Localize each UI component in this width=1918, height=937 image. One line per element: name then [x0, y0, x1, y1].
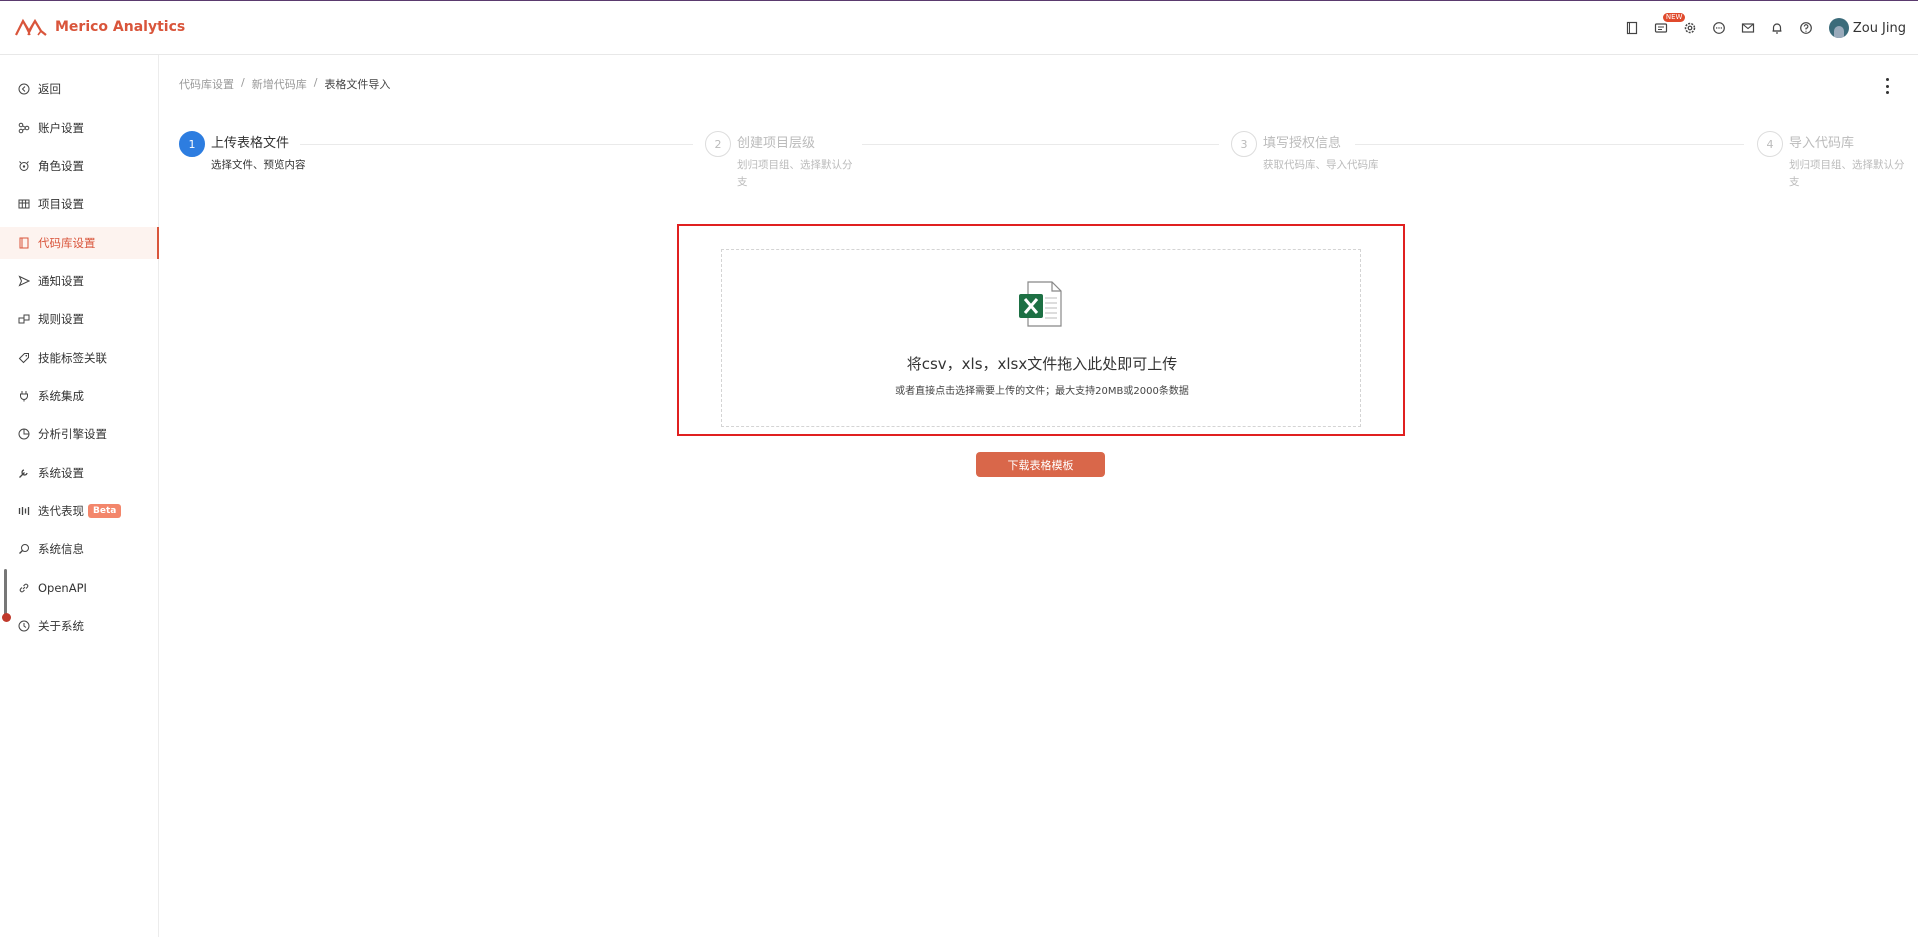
download-template-button[interactable]: 下载表格模板 [976, 452, 1105, 477]
sidebar-item-rule[interactable]: 规则设置 [0, 303, 159, 335]
iteration-icon [18, 507, 30, 515]
step-title: 创建项目层级 [737, 136, 816, 151]
project-icon [18, 199, 30, 209]
sidebar-item-back[interactable]: 返回 [0, 73, 159, 105]
step-import-repo: 4 导入代码库 划归项目组、选择默认分支 [1757, 131, 1909, 191]
sidebar-item-notify[interactable]: 通知设置 [0, 265, 159, 297]
merico-logo-icon [15, 18, 47, 36]
sidebar-item-account[interactable]: 账户设置 [0, 112, 159, 144]
breadcrumb-separator: / [313, 76, 318, 89]
role-icon [19, 161, 29, 171]
sidebar-item-repo-settings[interactable]: 代码库设置 [0, 227, 159, 259]
upload-title: 将csv，xls，xlsx文件拖入此处即可上传 [906, 355, 1178, 373]
mail-icon[interactable] [1734, 15, 1763, 41]
account-icon [18, 122, 30, 134]
sidebar-item-label: 规则设置 [38, 312, 84, 326]
step-title: 导入代码库 [1789, 136, 1855, 151]
sidebar-item-role[interactable]: 角色设置 [0, 150, 159, 182]
step-desc: 划归项目组、选择默认分支 [1789, 159, 1905, 188]
step-title: 填写授权信息 [1263, 136, 1342, 151]
integration-icon [20, 391, 28, 402]
sidebar-item-label: 系统设置 [38, 466, 84, 480]
sidebar-item-engine[interactable]: 分析引擎设置 [0, 418, 159, 450]
sidebar-item-label: 迭代表现 [38, 504, 84, 518]
app-logo[interactable]: Merico Analytics [14, 16, 185, 38]
settings-icon[interactable] [1676, 15, 1705, 41]
step-title: 上传表格文件 [211, 136, 290, 151]
sidebar-item-label: 系统集成 [38, 389, 84, 403]
sidebar-item-project[interactable]: 项目设置 [0, 188, 159, 220]
back-icon [18, 83, 30, 95]
sidebar-item-iteration[interactable]: 迭代表现 Beta [0, 495, 159, 527]
chat-icon[interactable] [1705, 15, 1734, 41]
sidebar-item-label: 项目设置 [38, 197, 84, 211]
step-desc: 选择文件、预览内容 [211, 159, 306, 171]
tag-icon [18, 353, 29, 364]
sidebar-item-skill-tag[interactable]: 技能标签关联 [0, 342, 159, 374]
sidebar-item-integration[interactable]: 系统集成 [0, 380, 159, 412]
about-icon [18, 620, 30, 632]
app-title: Merico Analytics [55, 19, 186, 35]
step-auth-info: 3 填写授权信息 获取代码库、导入代码库 [1231, 131, 1383, 174]
breadcrumb-item-repo-settings[interactable]: 代码库设置 [179, 76, 234, 92]
sidebar-scrollbar[interactable] [2, 569, 11, 624]
step-create-project-level: 2 创建项目层级 划归项目组、选择默认分支 [705, 131, 857, 191]
upload-subtitle: 或者直接点击选择需要上传的文件；最大支持20MB或2000条数据 [895, 386, 1189, 397]
breadcrumb-item-current: 表格文件导入 [324, 78, 391, 91]
step-number: 2 [705, 131, 731, 157]
excel-file-icon [1019, 281, 1062, 327]
step-desc: 划归项目组、选择默认分支 [737, 159, 853, 188]
sidebar-item-label: 关于系统 [38, 619, 84, 633]
wrench-icon [19, 469, 28, 478]
beta-badge: Beta [88, 504, 122, 518]
top-bar: Merico Analytics NEW Zou Jing [0, 0, 1918, 55]
sidebar-item-label: 代码库设置 [38, 236, 96, 250]
sidebar-item-openapi[interactable]: OpenAPI [0, 572, 159, 604]
help-icon[interactable] [1792, 15, 1821, 41]
step-connector [1355, 144, 1744, 145]
more-options-icon[interactable] [1881, 78, 1893, 94]
user-name: Zou Jing [1852, 20, 1906, 36]
sidebar-item-label: 通知设置 [38, 274, 84, 288]
bell-icon[interactable] [1763, 15, 1792, 41]
news-icon[interactable]: NEW [1647, 13, 1686, 41]
sidebar-item-label: 分析引擎设置 [38, 427, 107, 441]
link-icon [19, 583, 29, 593]
sidebar-item-label: 技能标签关联 [38, 351, 107, 365]
engine-icon [18, 428, 30, 440]
info-search-icon [19, 544, 29, 554]
sidebar-item-label: 账户设置 [38, 121, 84, 135]
notify-icon [18, 275, 30, 287]
step-number: 4 [1757, 131, 1783, 157]
sidebar-item-about[interactable]: 关于系统 [0, 610, 159, 642]
step-connector [862, 144, 1219, 145]
repo-icon [19, 237, 29, 249]
sidebar-item-label: 返回 [38, 82, 61, 96]
upload-highlight-box: 将csv，xls，xlsx文件拖入此处即可上传 或者直接点击选择需要上传的文件；… [677, 224, 1405, 436]
sidebar-item-label: 角色设置 [38, 159, 84, 173]
rule-icon [18, 314, 30, 324]
book-icon[interactable] [1618, 15, 1647, 41]
breadcrumb-item-add-repo[interactable]: 新增代码库 [252, 76, 307, 92]
breadcrumb-separator: / [241, 76, 245, 89]
sidebar: 返回 账户设置 角色设置 项目设置 代码库设置 通知设置 规则设置 技能标签关联… [0, 55, 159, 937]
step-desc: 获取代码库、导入代码库 [1263, 159, 1379, 171]
user-menu[interactable]: Zou Jing [1828, 18, 1906, 38]
step-number: 3 [1231, 131, 1257, 157]
sidebar-item-label: OpenAPI [38, 581, 87, 595]
step-upload-file: 1 上传表格文件 选择文件、预览内容 [179, 131, 351, 174]
sidebar-item-system-info[interactable]: 系统信息 [0, 533, 159, 565]
upload-dropzone[interactable]: 将csv，xls，xlsx文件拖入此处即可上传 或者直接点击选择需要上传的文件；… [721, 249, 1361, 427]
avatar [1828, 18, 1849, 38]
step-connector [300, 144, 693, 145]
sidebar-item-label: 系统信息 [38, 542, 84, 556]
step-number: 1 [179, 131, 205, 157]
sidebar-item-system-settings[interactable]: 系统设置 [0, 457, 159, 489]
breadcrumb: 代码库设置 / 新增代码库 / 表格文件导入 [179, 76, 390, 92]
